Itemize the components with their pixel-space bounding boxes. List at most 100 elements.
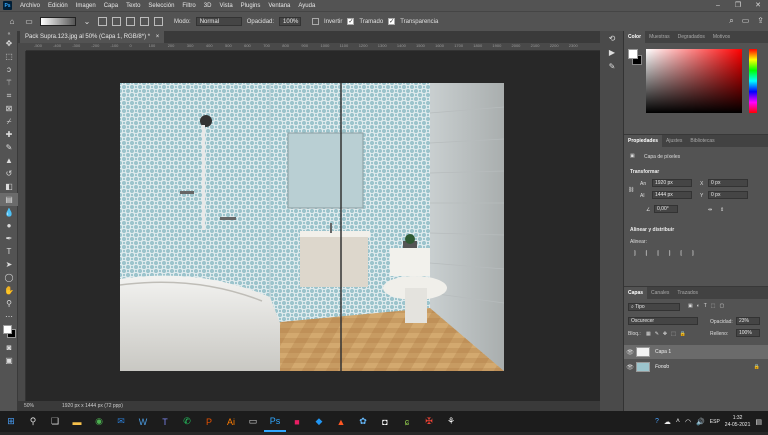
task-view-icon[interactable]: ❏ xyxy=(44,411,66,432)
maximize-icon[interactable]: ❐ xyxy=(728,0,748,11)
share-icon[interactable]: ⇪ xyxy=(757,16,764,26)
wifi-icon[interactable]: ◠ xyxy=(685,418,691,426)
zoom-tool-icon[interactable]: ⚲ xyxy=(0,297,18,310)
tab-canales[interactable]: Canales xyxy=(647,287,673,299)
quick-mask-icon[interactable]: ◙ xyxy=(0,341,18,354)
brush-tool-icon[interactable]: ✎ xyxy=(0,141,18,154)
blend-mode-select[interactable]: Oscurecer xyxy=(628,317,698,325)
clock[interactable]: 1:32 24-05-2021 xyxy=(725,415,751,429)
tab-bibliotecas[interactable]: Bibliotecas xyxy=(686,135,718,147)
notifications-icon[interactable]: ▤ xyxy=(755,418,762,426)
layer-filter-icons[interactable]: ▣◐T⬚▢ xyxy=(688,303,728,309)
reflected-gradient-icon[interactable] xyxy=(140,17,149,26)
tab-muestras[interactable]: Muestras xyxy=(645,31,674,43)
align-heading[interactable]: Alinear y distribuir xyxy=(630,227,674,233)
hand-tool-icon[interactable]: ✋ xyxy=(0,284,18,297)
search-icon[interactable]: ⚲ xyxy=(22,411,44,432)
menu-archivo[interactable]: Archivo xyxy=(16,3,44,9)
tab-motivos[interactable]: Motivos xyxy=(709,31,734,43)
menu-capa[interactable]: Capa xyxy=(100,3,122,9)
tab-propiedades[interactable]: Propiedades xyxy=(624,135,663,147)
tab-trazados[interactable]: Trazados xyxy=(673,287,702,299)
fill-field[interactable]: 100% xyxy=(736,329,760,337)
invert-checkbox[interactable] xyxy=(312,18,320,25)
gradient-tool-icon[interactable]: ▤ xyxy=(0,193,18,206)
angle-field[interactable]: 0,00° xyxy=(654,205,678,213)
angle-gradient-icon[interactable] xyxy=(126,17,135,26)
app-icon[interactable]: ▭ xyxy=(242,411,264,432)
layer-name[interactable]: Capa 1 xyxy=(655,349,671,355)
tab-ajustes[interactable]: Ajustes xyxy=(662,135,686,147)
tab-degradados[interactable]: Degradados xyxy=(674,31,709,43)
actions-panel-icon[interactable]: ▶ xyxy=(600,45,624,59)
app-icon[interactable]: ◆ xyxy=(308,411,330,432)
history-brush-icon[interactable]: ↺ xyxy=(0,167,18,180)
transform-heading[interactable]: Transformar xyxy=(630,169,659,175)
app-icon[interactable]: ▲ xyxy=(330,411,352,432)
menu-filtro[interactable]: Filtro xyxy=(178,3,199,9)
acrobat-icon[interactable]: ✠ xyxy=(418,411,440,432)
marquee-tool-icon[interactable]: ⬚ xyxy=(0,50,18,63)
document-info[interactable]: 1920 px x 1444 px (72 ppp) xyxy=(58,403,123,409)
document-image[interactable] xyxy=(120,83,504,371)
layer-opacity-field[interactable]: 23% xyxy=(736,317,760,325)
mode-select[interactable]: Normal xyxy=(195,17,242,26)
move-tool-icon[interactable]: ✥ xyxy=(0,37,18,50)
tab-color[interactable]: Color xyxy=(624,31,646,43)
layer-row[interactable]: 👁 Fondo 🔒 xyxy=(624,360,768,374)
app-icon[interactable]: ■ xyxy=(286,411,308,432)
dodge-tool-icon[interactable]: ● xyxy=(0,219,18,232)
layer-row[interactable]: 👁 Capa 1 xyxy=(624,345,768,359)
menu-ayuda[interactable]: Ayuda xyxy=(294,3,319,9)
type-tool-icon[interactable]: T xyxy=(0,245,18,258)
powerpoint-icon[interactable]: P xyxy=(198,411,220,432)
layer-name[interactable]: Fondo xyxy=(655,364,669,370)
flip-vertical-icon[interactable]: ⇕ xyxy=(720,207,724,213)
foreground-color[interactable] xyxy=(3,325,12,334)
color-swatches[interactable] xyxy=(0,323,18,341)
word-icon[interactable]: W xyxy=(132,411,154,432)
close-tab-icon[interactable]: × xyxy=(156,34,160,40)
whatsapp-icon[interactable]: ✆ xyxy=(176,411,198,432)
menu-plugins[interactable]: Plugins xyxy=(237,3,265,9)
app-icon[interactable]: ✿ xyxy=(352,411,374,432)
pen-tool-icon[interactable]: ✒ xyxy=(0,232,18,245)
tool-preset-icon[interactable]: ▭ xyxy=(23,16,35,28)
app-icon[interactable]: ɕ xyxy=(396,411,418,432)
layer-filter-select[interactable]: ⌕ Tipo xyxy=(628,303,680,311)
linear-gradient-icon[interactable] xyxy=(98,17,107,26)
gradient-picker[interactable] xyxy=(40,17,76,26)
close-window-icon[interactable]: ✕ xyxy=(748,0,768,11)
menu-edicion[interactable]: Edición xyxy=(44,3,72,9)
radial-gradient-icon[interactable] xyxy=(112,17,121,26)
app-icon[interactable]: ◘ xyxy=(374,411,396,432)
volume-icon[interactable]: 🔊 xyxy=(696,418,705,426)
brushes-panel-icon[interactable]: ✎ xyxy=(600,59,624,73)
chevron-up-icon[interactable]: ˄ xyxy=(676,418,680,425)
opacity-field[interactable]: 100% xyxy=(279,17,302,26)
flip-horizontal-icon[interactable]: ⇹ xyxy=(708,207,712,213)
panel-foreground-color[interactable] xyxy=(628,49,638,59)
hue-slider[interactable] xyxy=(749,49,757,113)
lasso-tool-icon[interactable]: ↄ xyxy=(0,63,18,76)
crop-tool-icon[interactable]: ⌗ xyxy=(0,89,18,102)
magic-wand-tool-icon[interactable]: ⚚ xyxy=(0,76,18,89)
y-field[interactable]: 0 px xyxy=(708,191,748,199)
app-icon[interactable]: ⚘ xyxy=(440,411,462,432)
menu-imagen[interactable]: Imagen xyxy=(72,3,100,9)
eraser-tool-icon[interactable]: ◧ xyxy=(0,180,18,193)
width-field[interactable]: 1920 px xyxy=(652,179,692,187)
menu-3d[interactable]: 3D xyxy=(200,3,216,9)
chrome-icon[interactable]: ◉ xyxy=(88,411,110,432)
document-tab[interactable]: Pack Supra.123.jpg al 50% (Capa 1, RGB/8… xyxy=(20,31,165,43)
dither-checkbox[interactable]: ✓ xyxy=(347,18,355,25)
chevron-down-icon[interactable]: ⌄ xyxy=(81,16,93,28)
illustrator-icon[interactable]: Ai xyxy=(220,411,242,432)
screen-mode-icon[interactable]: ▣ xyxy=(0,354,18,367)
eyedropper-tool-icon[interactable]: ⌿ xyxy=(0,115,18,128)
file-explorer-icon[interactable]: ▬ xyxy=(66,411,88,432)
align-buttons-icon[interactable]: ⫿⫿⫿⫿⫿⫿ xyxy=(634,251,704,257)
menu-vista[interactable]: Vista xyxy=(215,3,236,9)
more-tools-icon[interactable]: ⋯ xyxy=(0,310,18,323)
menu-seleccion[interactable]: Selección xyxy=(144,3,178,9)
